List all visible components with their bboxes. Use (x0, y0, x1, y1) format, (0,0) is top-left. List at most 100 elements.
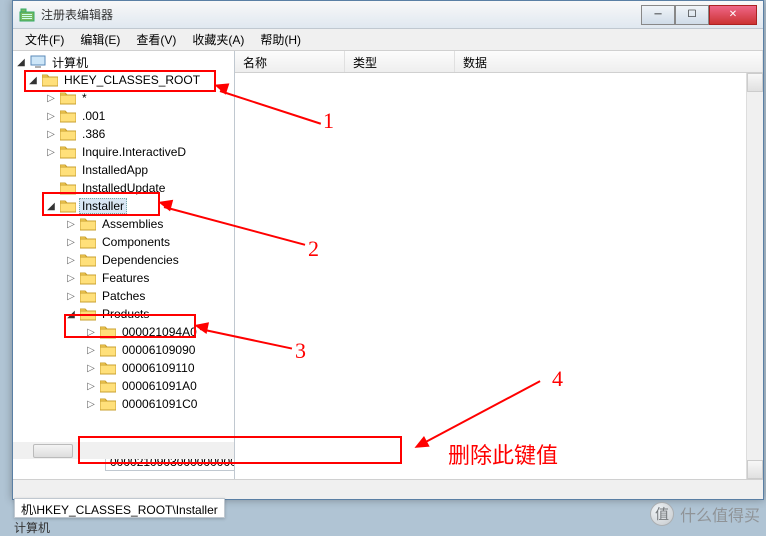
tree-item[interactable]: ▷ 00006109110 (13, 359, 234, 377)
folder-icon (80, 289, 96, 303)
menu-view[interactable]: 查看(V) (128, 29, 184, 50)
tree-item-label[interactable]: 00006109110 (119, 360, 198, 376)
tree-item-label[interactable]: Installer (79, 198, 127, 214)
tree-item[interactable]: ▷ Patches (13, 287, 234, 305)
tree-item-label[interactable]: Patches (99, 288, 148, 304)
tree-item-label[interactable]: InstalledApp (79, 162, 151, 178)
tree-item[interactable]: ▷* (13, 89, 234, 107)
expand-icon[interactable]: ▷ (85, 399, 97, 410)
expand-icon[interactable]: ▷ (85, 327, 97, 338)
tree-item-label[interactable]: InstalledUpdate (79, 180, 168, 196)
folder-icon (100, 343, 116, 357)
tree-item[interactable]: ◢ Installer (13, 197, 234, 215)
tree-item-label[interactable]: .001 (79, 108, 108, 124)
tree-item[interactable]: ▷ Components (13, 233, 234, 251)
tree-item-label[interactable]: Assemblies (99, 216, 166, 232)
column-data[interactable]: 数据 (455, 51, 763, 72)
expand-icon[interactable]: ▷ (65, 237, 77, 248)
menu-favorites[interactable]: 收藏夹(A) (184, 29, 252, 50)
collapse-icon[interactable]: ◢ (65, 309, 77, 320)
tree-item[interactable]: ▷ Dependencies (13, 251, 234, 269)
titlebar[interactable]: 注册表编辑器 ─ ☐ ✕ (13, 1, 763, 29)
tree-item[interactable]: ▷ .001 (13, 107, 234, 125)
tree-item[interactable]: ◢ 计算机 (13, 53, 234, 71)
tree-item[interactable]: ▷ 000061091C0 (13, 395, 234, 413)
tree-item[interactable]: ▷ .386 (13, 125, 234, 143)
column-type[interactable]: 类型 (345, 51, 455, 72)
expand-icon[interactable]: ▷ (65, 255, 77, 266)
list-pane[interactable]: 名称 类型 数据 (235, 51, 763, 479)
tree-item-label[interactable]: 00006109090 (119, 342, 198, 358)
scrollbar-thumb[interactable] (33, 444, 73, 458)
tree-item[interactable]: ◢ Products (13, 305, 234, 323)
list-vertical-scrollbar[interactable] (746, 73, 763, 479)
tree-item-label[interactable]: HKEY_CLASSES_ROOT (61, 72, 203, 88)
tree-item-label[interactable]: 000021094A0 (119, 324, 200, 340)
tree-item-label[interactable]: * (79, 90, 90, 106)
window-controls: ─ ☐ ✕ (641, 5, 757, 25)
tree-item-label[interactable]: 000061091A0 (119, 378, 200, 394)
collapse-icon[interactable]: ◢ (15, 57, 27, 68)
menubar: 文件(F) 编辑(E) 查看(V) 收藏夹(A) 帮助(H) (13, 29, 763, 51)
folder-icon (42, 73, 58, 87)
regedit-icon (19, 7, 35, 23)
collapse-icon[interactable]: ◢ (27, 75, 39, 86)
menu-file[interactable]: 文件(F) (17, 29, 72, 50)
expand-icon[interactable]: ▷ (45, 129, 57, 140)
tree-pane[interactable]: ◢计算机◢HKEY_CLASSES_ROOT▷*▷.001▷.386▷Inqui… (13, 51, 235, 479)
folder-icon (100, 379, 116, 393)
statusbar-path: 机\HKEY_CLASSES_ROOT\Installer (14, 498, 225, 518)
tree-item-label[interactable]: Inquire.InteractiveD (79, 144, 189, 160)
tree-item-label[interactable]: 000061091C0 (119, 396, 200, 412)
statusbar (13, 479, 763, 499)
folder-icon (80, 253, 96, 267)
tree-item[interactable]: ▷ Features (13, 269, 234, 287)
tree-horizontal-scrollbar[interactable] (13, 442, 234, 459)
tree-item[interactable]: ◢ HKEY_CLASSES_ROOT (13, 71, 234, 89)
folder-icon (60, 91, 76, 105)
tree-item[interactable]: ▷ Assemblies (13, 215, 234, 233)
expand-icon[interactable]: ▷ (65, 219, 77, 230)
window-title: 注册表编辑器 (41, 6, 641, 23)
tree-item[interactable]: ▷ 000021094A0 (13, 323, 234, 341)
close-button[interactable]: ✕ (709, 5, 757, 25)
expand-icon[interactable]: ▷ (65, 291, 77, 302)
list-header: 名称 类型 数据 (235, 51, 763, 73)
tree-item[interactable]: ▷ 00006109090 (13, 341, 234, 359)
expand-icon[interactable]: ▷ (85, 381, 97, 392)
folder-icon (80, 235, 96, 249)
folder-icon (60, 145, 76, 159)
menu-edit[interactable]: 编辑(E) (72, 29, 128, 50)
tree-item[interactable]: ▷InstalledApp (13, 161, 234, 179)
tree-item[interactable]: ▷InstalledUpdate (13, 179, 234, 197)
expand-icon[interactable]: ▷ (85, 363, 97, 374)
minimize-button[interactable]: ─ (641, 5, 675, 25)
tree-item-label[interactable]: Products (99, 306, 152, 322)
folder-icon (60, 109, 76, 123)
expand-icon[interactable]: ▷ (65, 273, 77, 284)
tree-item-label[interactable]: 计算机 (49, 53, 91, 72)
folder-icon (60, 181, 76, 195)
expand-icon[interactable]: ▷ (45, 147, 57, 158)
folder-icon (80, 307, 96, 321)
expand-icon[interactable]: ▷ (85, 345, 97, 356)
expand-icon[interactable]: ▷ (45, 111, 57, 122)
column-name[interactable]: 名称 (235, 51, 345, 72)
tree-item[interactable]: ▷ Inquire.InteractiveD (13, 143, 234, 161)
collapse-icon[interactable]: ◢ (45, 201, 57, 212)
folder-icon (60, 127, 76, 141)
watermark: 值 什么值得买 (650, 502, 760, 526)
statusbar-under-text: 计算机 (14, 519, 50, 536)
maximize-button[interactable]: ☐ (675, 5, 709, 25)
tree-item-label[interactable]: Dependencies (99, 252, 182, 268)
expand-icon[interactable]: ▷ (45, 93, 57, 104)
tree-item-label[interactable]: Features (99, 270, 152, 286)
content-area: ◢计算机◢HKEY_CLASSES_ROOT▷*▷.001▷.386▷Inqui… (13, 51, 763, 479)
folder-icon (100, 361, 116, 375)
menu-help[interactable]: 帮助(H) (252, 29, 309, 50)
folder-icon (100, 397, 116, 411)
tree-item-label[interactable]: Components (99, 234, 173, 250)
folder-icon (30, 55, 46, 69)
tree-item-label[interactable]: .386 (79, 126, 108, 142)
tree-item[interactable]: ▷ 000061091A0 (13, 377, 234, 395)
